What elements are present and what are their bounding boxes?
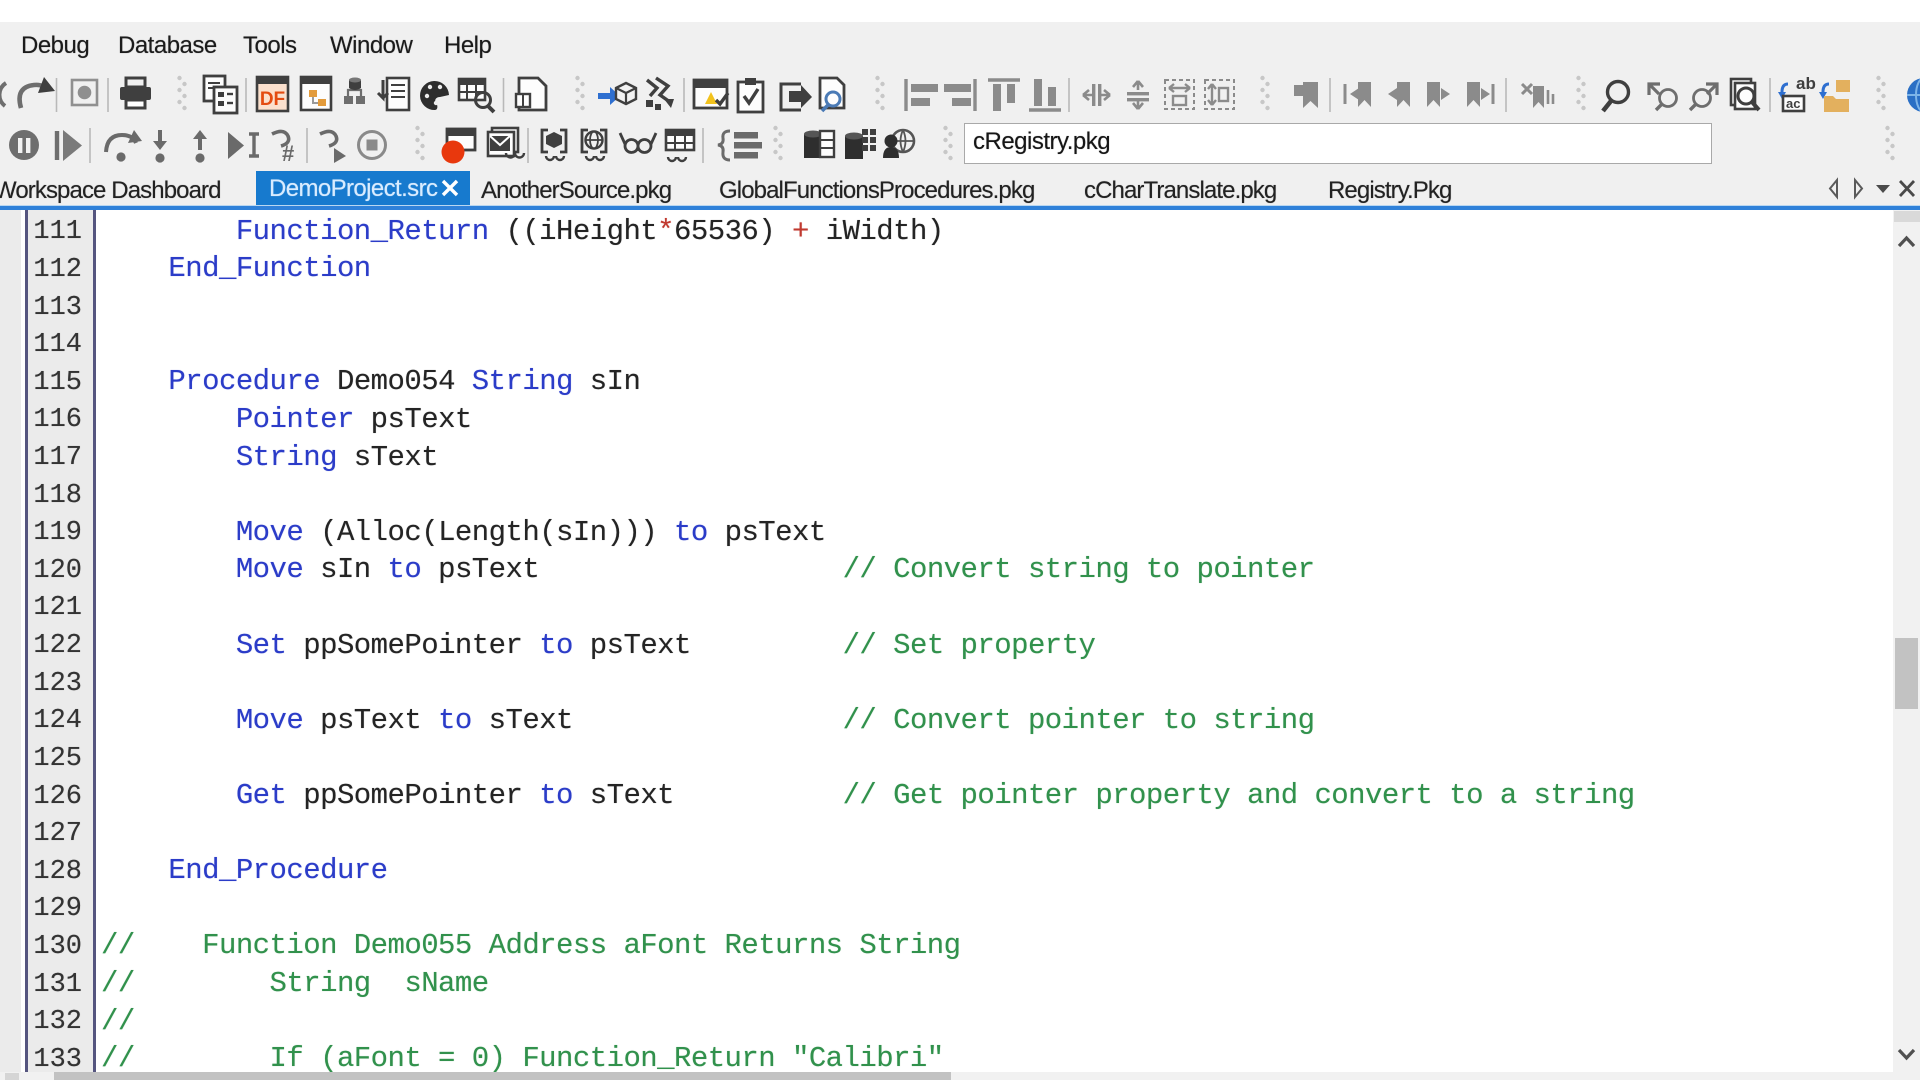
svg-text:ab: ab bbox=[1796, 74, 1816, 93]
svg-text:DF: DF bbox=[260, 89, 285, 110]
svg-text:ac: ac bbox=[1786, 96, 1800, 111]
svg-text:#: # bbox=[282, 141, 294, 166]
